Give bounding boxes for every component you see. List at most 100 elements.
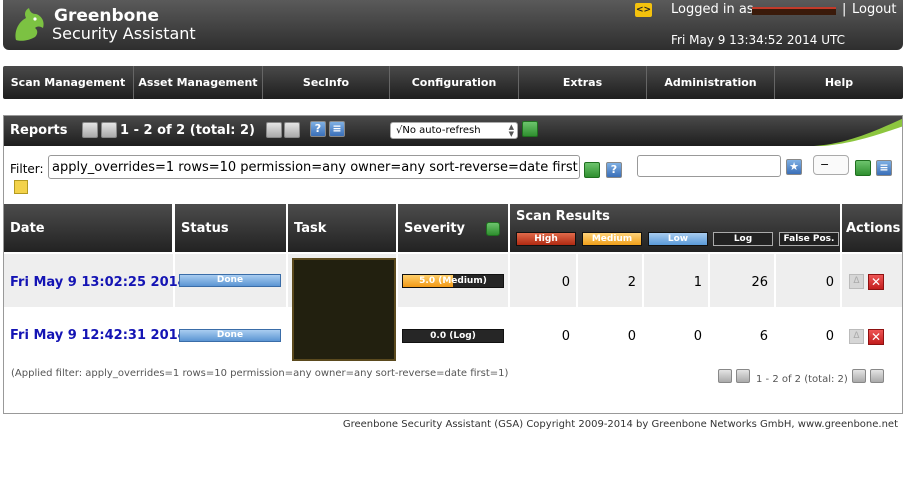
severity-medium-button[interactable]: Medium: [582, 232, 642, 246]
logged-in-label: Logged in as: [671, 2, 754, 17]
apply-filter-icon[interactable]: [584, 162, 600, 178]
header-status-label: Status: [181, 221, 229, 236]
column-separator: [840, 254, 842, 360]
severity-low-button[interactable]: Low: [648, 232, 708, 246]
refresh-icon[interactable]: [522, 121, 538, 137]
greenbone-logo-icon: [15, 8, 44, 41]
filter-input[interactable]: [48, 155, 580, 179]
power-icon[interactable]: [486, 222, 500, 236]
severity-high-button[interactable]: High: [516, 232, 576, 246]
logout-link[interactable]: Logout: [852, 2, 897, 18]
autorefresh-select[interactable]: √No auto-refresh ▲ ▼: [390, 122, 518, 139]
nav-help[interactable]: Help: [775, 66, 903, 99]
help-icon[interactable]: ?: [310, 121, 326, 137]
filter-list-icon[interactable]: ≡: [876, 160, 892, 176]
severity-value: 0.0 (Log): [430, 331, 476, 341]
severity-false-pos-button[interactable]: False Pos.: [779, 232, 839, 246]
count-false-pos: 0: [825, 329, 834, 344]
count-high: 0: [561, 275, 570, 290]
filter-help-icon[interactable]: ?: [606, 162, 622, 178]
first-page-icon[interactable]: [82, 122, 98, 138]
column-separator: [774, 254, 776, 360]
severity-log-button[interactable]: Log: [713, 232, 773, 246]
footer-copyright: Greenbone Security Assistant (GSA) Copyr…: [342, 419, 898, 430]
nav-asset-management[interactable]: Asset Management: [134, 66, 263, 99]
report-date-link[interactable]: Fri May 9 13:02:25 2014: [10, 275, 187, 290]
count-log: 6: [759, 329, 768, 344]
decorative-swoosh: [814, 118, 902, 146]
header-severity-label: Severity: [404, 221, 466, 236]
reports-toolbar: Reports 1 - 2 of 2 (total: 2) ? ≡ √No au…: [4, 116, 902, 146]
header-separator: |: [842, 2, 847, 17]
reports-panel: Reports 1 - 2 of 2 (total: 2) ? ≡ √No au…: [3, 115, 903, 414]
filter-select-value: −: [820, 158, 830, 171]
list-icon[interactable]: ≡: [329, 121, 345, 137]
column-separator: [508, 254, 510, 360]
column-separator: [642, 254, 644, 360]
applied-filter-text: (Applied filter: apply_overrides=1 rows=…: [11, 368, 509, 379]
delete-report-icon[interactable]: ✕: [868, 329, 884, 345]
first-page-icon[interactable]: [718, 369, 732, 383]
nav-secinfo-management[interactable]: SecInfo Management: [263, 66, 390, 122]
filter-select[interactable]: −: [813, 155, 849, 175]
header-actions-label: Actions: [846, 221, 901, 236]
column-separator: [576, 254, 578, 360]
delete-report-icon[interactable]: ✕: [868, 274, 884, 290]
brand-name: Greenbone: [54, 6, 159, 26]
header-scan-results: Scan Results High Medium Low Log False P…: [510, 204, 840, 252]
next-page-icon[interactable]: [266, 122, 282, 138]
report-date: Fri May 9 12:42:31 2014: [10, 328, 187, 343]
status-bar: Done: [179, 274, 281, 287]
count-log: 26: [751, 275, 768, 290]
redacted-username: [752, 7, 836, 15]
count-high: 0: [561, 329, 570, 344]
count-medium: 2: [627, 275, 636, 290]
save-filter-star-icon[interactable]: ★: [786, 159, 802, 175]
report-count: 1 - 2 of 2 (total: 2): [120, 123, 255, 138]
header-date-label: Date: [10, 221, 45, 236]
report-date: Fri May 9 13:02:25 2014: [10, 275, 187, 290]
nav-scan-management[interactable]: Scan Management: [3, 66, 134, 99]
last-page-icon[interactable]: [870, 369, 884, 383]
code-icon[interactable]: <>: [635, 3, 652, 17]
nav-administration[interactable]: Administration: [647, 66, 775, 99]
header-scan-results-label: Scan Results: [516, 209, 610, 224]
header-date[interactable]: Date: [4, 204, 172, 252]
header-task[interactable]: Task: [288, 204, 396, 252]
last-page-icon[interactable]: [284, 122, 300, 138]
main-nav: Scan Management Asset Management SecInfo…: [3, 66, 903, 122]
previous-page-icon[interactable]: [736, 369, 750, 383]
column-separator: [708, 254, 710, 360]
severity-bar: 0.0 (Log): [402, 329, 504, 343]
header-status[interactable]: Status: [175, 204, 286, 252]
app-header: Greenbone Security Assistant <> Logged i…: [3, 0, 903, 50]
next-page-icon[interactable]: [852, 369, 866, 383]
count-low: 1: [693, 275, 702, 290]
severity-value: 5.0 (Medium): [419, 276, 487, 286]
column-separator: [396, 254, 398, 360]
switch-filter-icon[interactable]: [855, 160, 871, 176]
report-date-link[interactable]: Fri May 9 12:42:31 2014: [10, 328, 187, 343]
header-task-label: Task: [294, 221, 327, 236]
count-low: 0: [693, 329, 702, 344]
delta-icon: Δ: [849, 274, 864, 289]
previous-page-icon[interactable]: [101, 122, 117, 138]
nav-configuration[interactable]: Configuration: [390, 66, 519, 99]
bottom-report-count: 1 - 2 of 2 (total: 2): [756, 374, 848, 385]
header-severity[interactable]: Severity: [398, 204, 508, 252]
count-medium: 0: [627, 329, 636, 344]
column-separator: [286, 254, 288, 360]
brand-subtitle: Security Assistant: [52, 24, 196, 43]
nav-extras[interactable]: Extras: [519, 66, 647, 99]
severity-bar: 5.0 (Medium): [402, 274, 504, 288]
count-false-pos: 0: [825, 275, 834, 290]
new-filter-icon[interactable]: [14, 180, 28, 194]
delta-icon: Δ: [849, 329, 864, 344]
autorefresh-value: √No auto-refresh: [396, 125, 481, 136]
filter-name-input[interactable]: [637, 155, 781, 177]
page-title: Reports: [10, 123, 68, 138]
status-bar: Done: [179, 329, 281, 342]
task-thumbnail[interactable]: [292, 258, 396, 361]
header-datetime: Fri May 9 13:34:52 2014 UTC: [671, 33, 846, 47]
column-separator: [173, 254, 175, 360]
